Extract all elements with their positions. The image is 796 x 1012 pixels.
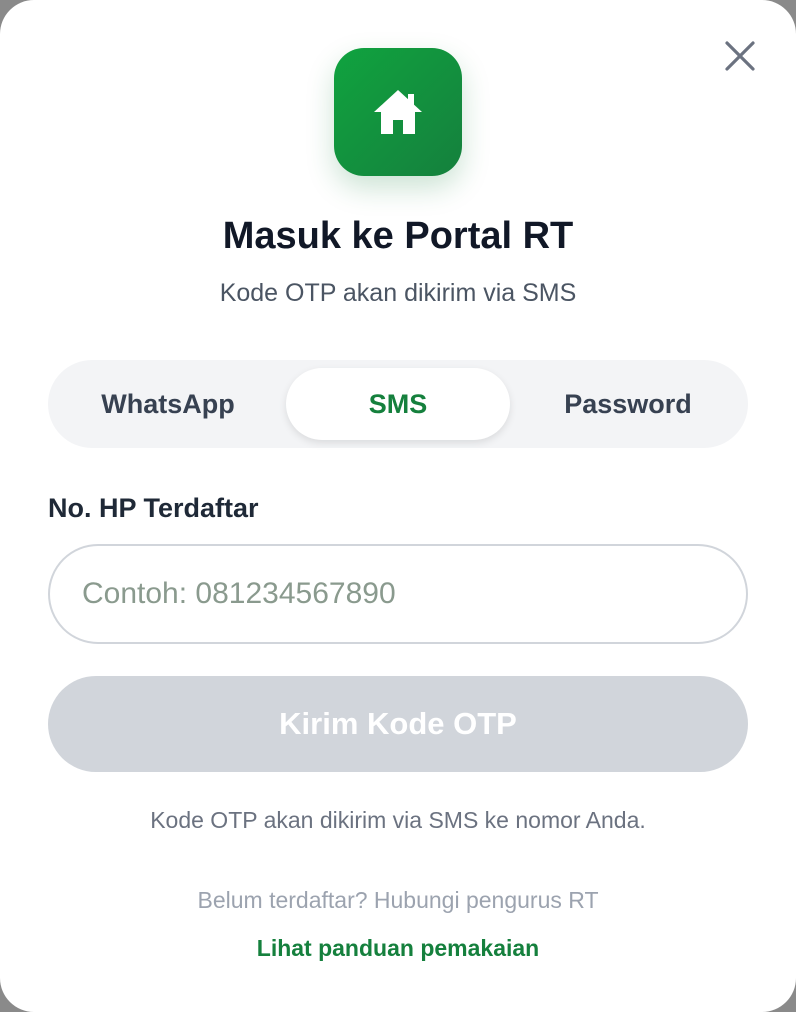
send-otp-button[interactable]: Kirim Kode OTP [48, 676, 748, 772]
phone-label: No. HP Terdaftar [48, 493, 259, 523]
login-modal: Masuk ke Portal RT Kode OTP akan dikirim… [0, 0, 796, 1012]
tab-password[interactable]: Password [516, 368, 740, 440]
guide-link[interactable]: Lihat panduan pemakaian [0, 932, 796, 964]
tab-sms[interactable]: SMS [286, 368, 510, 440]
register-note: Belum terdaftar? Hubungi pengurus RT [197, 887, 599, 913]
page-title: Masuk ke Portal RT [222, 215, 574, 257]
home-icon [374, 90, 422, 134]
page-subtitle: Kode OTP akan dikirim via SMS [219, 279, 577, 307]
tab-whatsapp[interactable]: WhatsApp [56, 368, 280, 440]
otp-hint: Kode OTP akan dikirim via SMS ke nomor A… [150, 807, 646, 833]
phone-input[interactable] [48, 544, 748, 644]
close-button[interactable] [718, 34, 762, 78]
app-logo [334, 48, 462, 176]
login-method-tabs: WhatsApp SMS Password [48, 360, 748, 448]
close-icon [725, 41, 755, 71]
